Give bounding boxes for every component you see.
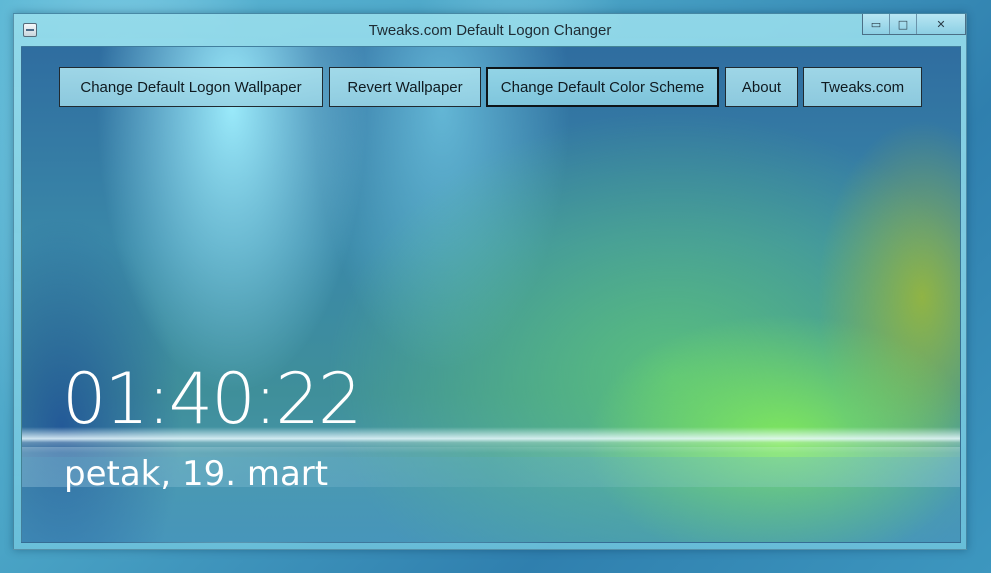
- window-controls: ▭ □ ✕: [862, 14, 966, 35]
- app-window: Tweaks.com Default Logon Changer ▭ □ ✕ C…: [13, 13, 967, 550]
- maximize-button[interactable]: □: [890, 14, 917, 34]
- change-wallpaper-button[interactable]: Change Default Logon Wallpaper: [59, 67, 323, 107]
- logon-preview: Change Default Logon Wallpaper Revert Wa…: [21, 46, 961, 543]
- revert-wallpaper-button[interactable]: Revert Wallpaper: [329, 67, 481, 107]
- title-bar[interactable]: Tweaks.com Default Logon Changer ▭ □ ✕: [14, 14, 966, 46]
- clock-time: 01:40:22: [62, 358, 362, 440]
- close-button[interactable]: ✕: [917, 14, 965, 34]
- about-button[interactable]: About: [725, 67, 798, 107]
- minimize-button[interactable]: ▭: [863, 14, 890, 34]
- change-color-scheme-button[interactable]: Change Default Color Scheme: [486, 67, 719, 107]
- window-title: Tweaks.com Default Logon Changer: [368, 22, 612, 39]
- clock-date: petak, 19. mart: [64, 454, 329, 494]
- tweaks-link-button[interactable]: Tweaks.com: [803, 67, 922, 107]
